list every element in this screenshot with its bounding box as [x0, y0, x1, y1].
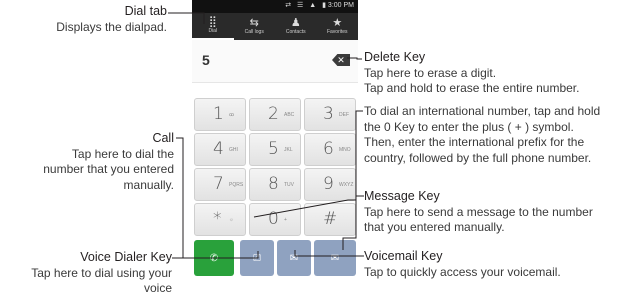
- annotation-desc: Displays the dialpad.: [56, 19, 167, 34]
- key-star[interactable]: * ☼: [194, 203, 246, 236]
- annotation-line: manually.: [123, 177, 174, 192]
- dialpad-icon: ⣿: [208, 16, 217, 28]
- key-letters: JKL: [284, 147, 293, 153]
- key-hash[interactable]: #: [304, 203, 356, 236]
- key-digit: 2: [268, 104, 279, 124]
- tab-label: Contacts: [285, 29, 306, 35]
- annotation-line: Tap here to dial using your: [31, 265, 172, 280]
- key-3[interactable]: 3 DEF: [304, 98, 356, 131]
- key-digit: 5: [268, 139, 279, 159]
- tab-bar: ⣿ Dial ⇆ Call logs ♟ Contacts ★ Favorite…: [192, 13, 358, 40]
- key-digit: 1: [213, 104, 224, 124]
- phone-icon: ✆: [209, 252, 219, 264]
- annotation-line: Tap and hold to erase the entire number.: [364, 81, 580, 95]
- message-icon: ✉: [330, 252, 340, 264]
- annotation-delete-key: Delete Key Tap here to erase a digit. Ta…: [364, 50, 630, 97]
- key-letters: WXYZ: [339, 182, 354, 188]
- key-digit: 4: [213, 139, 224, 159]
- key-letters: TUV: [284, 182, 294, 188]
- key-8[interactable]: 8 TUV: [249, 168, 301, 201]
- key-7[interactable]: 7 PQRS: [194, 168, 246, 201]
- tab-dial[interactable]: ⣿ Dial: [192, 13, 234, 40]
- delete-key[interactable]: ✕: [332, 54, 350, 66]
- tab-label: Favorites: [326, 29, 348, 35]
- key-digit: 0: [268, 209, 279, 229]
- annotation-line: To dial an international number, tap and…: [364, 104, 601, 118]
- annotation-title: Dial tab: [124, 4, 167, 18]
- annotation-line: Tap here to erase a digit.: [364, 65, 497, 80]
- key-4[interactable]: 4 GHI: [194, 133, 246, 166]
- key-digit: 6: [323, 139, 334, 159]
- voice-dialer-button[interactable]: ⎚: [240, 240, 274, 276]
- annotation-line: number that you entered: [43, 162, 174, 176]
- key-digit: *: [213, 209, 222, 229]
- key-6[interactable]: 6 MNO: [304, 133, 356, 166]
- tab-label: Call logs: [244, 29, 264, 35]
- annotation-international: To dial an international number, tap and…: [364, 104, 630, 166]
- voicemail-button[interactable]: ✉: [277, 240, 311, 276]
- call-button[interactable]: ✆: [194, 240, 234, 276]
- annotation-line: voice: [143, 281, 172, 295]
- status-time: 3:00 PM: [327, 2, 354, 9]
- annotation-title: Voice Dialer Key: [80, 250, 172, 264]
- voicemail-small-icon: ꝏ: [229, 112, 235, 118]
- voicemail-icon: ✉: [289, 252, 299, 264]
- key-letters: PQRS: [229, 182, 244, 188]
- annotation-line: the 0 Key to enter the plus ( + ) symbol…: [364, 119, 574, 134]
- annotation-voice-dialer: Voice Dialer Key Tap here to dial using …: [2, 250, 172, 297]
- key-digit: #: [323, 209, 338, 229]
- annotation-title: Delete Key: [364, 50, 426, 64]
- message-button[interactable]: ✉: [314, 240, 356, 276]
- annotation-title: Message Key: [364, 189, 440, 203]
- status-bar: ⇄ ☰ ▲ ▮ 3:00 PM: [192, 0, 358, 13]
- key-letters: +: [284, 217, 287, 223]
- key-letters: ABC: [284, 112, 295, 118]
- tab-contacts[interactable]: ♟ Contacts: [275, 13, 317, 40]
- annotation-line: Tap here to send a message to the number: [364, 204, 593, 219]
- tab-label: Dial: [208, 28, 218, 34]
- annotation-call: Call Tap here to dial the number that yo…: [2, 131, 174, 193]
- status-icons: ⇄ ☰ ▲ ▮: [285, 2, 328, 9]
- phone-screen: ⇄ ☰ ▲ ▮ 3:00 PM ⣿ Dial ⇆ Call logs ♟ Con…: [192, 0, 358, 297]
- key-letters: MNO: [339, 147, 351, 153]
- annotation-line: Then, enter the international prefix for…: [364, 135, 585, 149]
- annotation-voicemail: Voicemail Key Tap to quickly access your…: [364, 249, 630, 280]
- key-letters: GHI: [229, 147, 238, 153]
- tab-favorites[interactable]: ★ Favorites: [317, 13, 359, 40]
- annotation-line: Tap here to dial the: [71, 146, 174, 161]
- key-digit: 9: [323, 174, 334, 194]
- key-0[interactable]: 0 +: [249, 203, 301, 236]
- contacts-icon: ♟: [290, 17, 301, 29]
- annotation-line: Tap to quickly access your voicemail.: [364, 264, 561, 279]
- annotation-line: that you entered manually.: [364, 220, 505, 234]
- key-letters: ☼: [229, 217, 234, 223]
- tab-call-logs[interactable]: ⇆ Call logs: [234, 13, 276, 40]
- annotation-title: Voicemail Key: [364, 249, 443, 263]
- key-1[interactable]: 1ꝏ: [194, 98, 246, 131]
- key-9[interactable]: 9 WXYZ: [304, 168, 356, 201]
- annotation-line: country, followed by the full phone numb…: [364, 150, 592, 165]
- star-icon: ★: [332, 17, 343, 29]
- key-digit: 7: [213, 174, 224, 194]
- annotation-title: Call: [152, 131, 174, 145]
- number-entry: 5 ✕: [192, 40, 358, 83]
- annotation-message-key: Message Key Tap here to send a message t…: [364, 189, 630, 236]
- entered-number: 5: [202, 52, 210, 68]
- call-logs-icon: ⇆: [249, 17, 259, 29]
- key-letters: DEF: [339, 112, 349, 118]
- key-5[interactable]: 5 JKL: [249, 133, 301, 166]
- key-digit: 3: [323, 104, 334, 124]
- key-2[interactable]: 2 ABC: [249, 98, 301, 131]
- key-digit: 8: [268, 174, 279, 194]
- annotation-dial-tab: Dial tab Displays the dialpad.: [2, 4, 167, 35]
- voice-dialer-icon: ⎚: [253, 252, 261, 264]
